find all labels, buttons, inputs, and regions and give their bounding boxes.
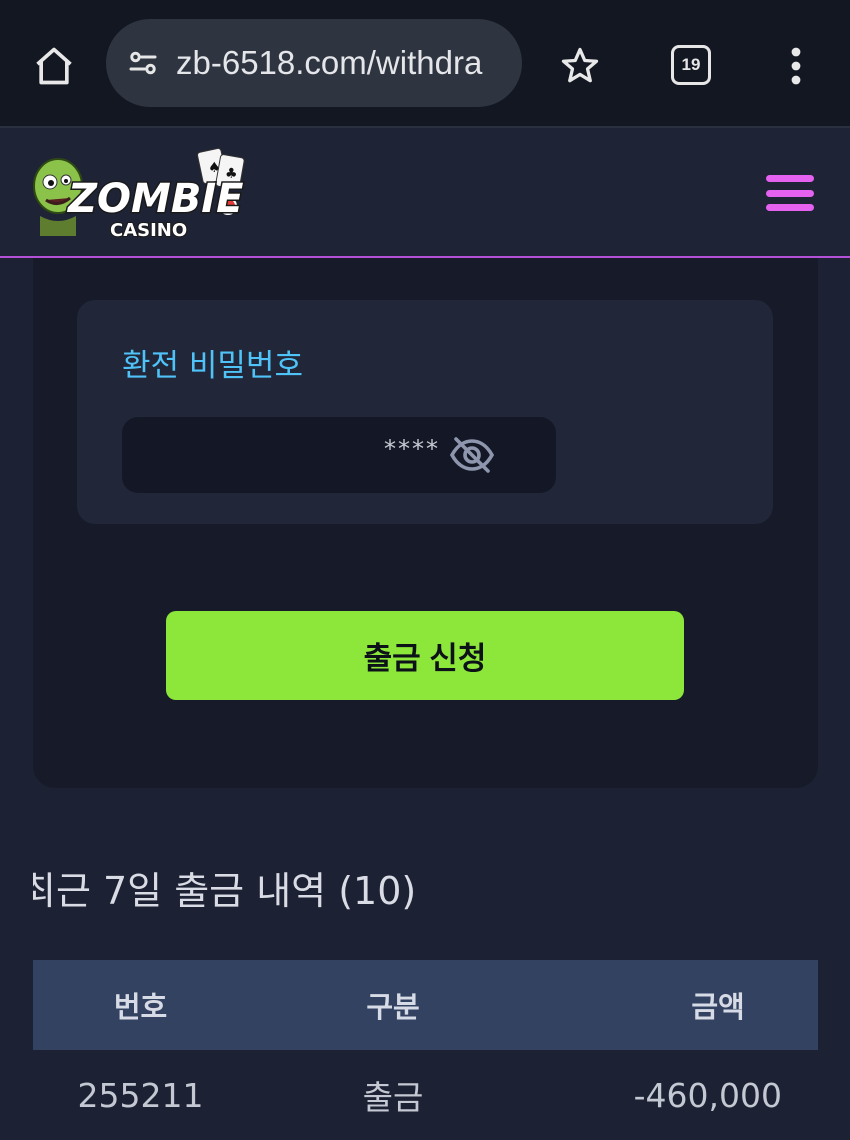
- table-header: 번호 구분 금액: [33, 960, 818, 1050]
- withdraw-request-button[interactable]: 출금 신청: [166, 611, 684, 700]
- column-header-type: 구분: [366, 990, 420, 1024]
- home-icon[interactable]: [26, 36, 82, 96]
- logo-subtext: CASINO: [110, 220, 187, 241]
- cell-amount: -460,000: [633, 1075, 782, 1115]
- password-value[interactable]: ****: [384, 435, 440, 463]
- zombie-casino-logo[interactable]: ♠ ♣ ZOMBIE CASINO: [28, 146, 252, 242]
- more-menu-icon[interactable]: [772, 36, 820, 96]
- password-card: 환전 비밀번호 ****: [77, 300, 773, 524]
- cell-type: 출금: [362, 1078, 424, 1117]
- password-field[interactable]: ****: [122, 417, 556, 493]
- column-header-number: 번호: [113, 990, 168, 1024]
- eye-off-icon[interactable]: [446, 429, 498, 481]
- table-row[interactable]: 255211 출금 -460,000: [33, 1050, 818, 1140]
- site-settings-icon[interactable]: [124, 44, 162, 82]
- site-header: ♠ ♣ ZOMBIE CASINO: [0, 126, 850, 258]
- url-text[interactable]: zb-6518.com/withdra: [176, 44, 482, 82]
- history-title: 최근 7일 출금 내역 (10): [33, 869, 417, 913]
- bookmark-star-icon[interactable]: [552, 36, 608, 96]
- address-bar[interactable]: zb-6518.com/withdra: [106, 19, 522, 107]
- logo-text: ZOMBIE: [66, 176, 244, 222]
- svg-text:♠: ♠: [208, 160, 221, 176]
- hamburger-menu-icon[interactable]: [766, 175, 814, 211]
- browser-toolbar: zb-6518.com/withdra 19: [0, 0, 850, 126]
- history-title-container: 최근 7일 출금 내역 (10): [33, 850, 833, 920]
- history-table: 번호 구분 금액 255211 출금 -460,000: [33, 960, 818, 1140]
- tab-switcher-button[interactable]: 19: [664, 38, 718, 92]
- withdraw-panel: 환전 비밀번호 **** 출금 신청: [33, 258, 818, 788]
- tab-count: 19: [671, 45, 711, 85]
- column-header-amount: 금액: [691, 990, 745, 1024]
- cell-number: 255211: [77, 1075, 204, 1115]
- password-label: 환전 비밀번호: [122, 348, 303, 384]
